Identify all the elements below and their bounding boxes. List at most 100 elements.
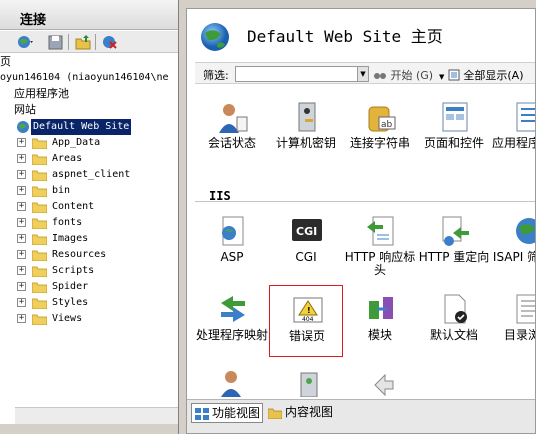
feature-label: 计算机密钥 (275, 136, 336, 150)
feature-label: 页面和控件 (423, 136, 484, 150)
connections-header: 连接 (0, 0, 178, 30)
tree-label: App_Data (52, 137, 101, 148)
folder-icon (32, 202, 47, 213)
feature-label: HTTP 响应标头 (344, 250, 416, 277)
app-settings-icon (516, 102, 535, 132)
expand-plus-icon[interactable]: + (17, 202, 26, 211)
feature-asp[interactable]: ASP (195, 207, 269, 279)
connections-pane: 连接 页 oyun146104 (niaoyun146104\ne 应用程序池 … (0, 0, 179, 434)
http-redirect-icon (442, 216, 469, 246)
feature-handler-mappings[interactable]: 处理程序映射 (195, 285, 269, 357)
tree-item-start-page[interactable]: 页 (0, 54, 11, 70)
filter-label: 筛选: (203, 69, 229, 82)
feature-connection-strings[interactable]: ab 连接字符串 (343, 93, 417, 165)
tree-item-default-web-site[interactable]: Default Web Site (0, 119, 178, 135)
folder-icon (32, 298, 47, 309)
tree-label: Default Web Site (31, 119, 132, 135)
filter-bar: 筛选: ▼ 开始 (G) ▼ 全部显示(A) (195, 62, 535, 84)
binoculars-icon (374, 73, 386, 79)
expand-plus-icon[interactable]: + (17, 170, 26, 179)
tree-label: oyun146104 (niaoyun146104\ne (0, 72, 169, 83)
tree-item-folder[interactable]: + Styles (0, 295, 178, 311)
folder-icon (32, 138, 47, 149)
tree-label: aspnet_client (52, 169, 131, 180)
tree-item-folder[interactable]: + App_Data (0, 135, 178, 151)
tree-item-folder[interactable]: + aspnet_client (0, 167, 178, 183)
view-tabs-bar: 功能视图 内容视图 (187, 399, 535, 433)
expand-plus-icon[interactable]: + (17, 186, 26, 195)
feature-directory-browsing[interactable]: 目录浏览 (491, 285, 535, 357)
disconnect-icon[interactable] (101, 33, 119, 51)
tree-label: fonts (52, 217, 83, 228)
tree-item-sites[interactable]: 网站 (14, 102, 36, 118)
start-filter-button[interactable]: 开始 (G) (373, 67, 433, 83)
tree-item-folder[interactable]: + bin (0, 183, 178, 199)
feature-http-response-headers[interactable]: HTTP 响应标头 (343, 207, 417, 279)
chevron-down-icon: ▼ (439, 73, 445, 81)
tree-item-folder[interactable]: + Content (0, 199, 178, 215)
expand-plus-icon[interactable]: + (17, 250, 26, 259)
folder-icon (32, 282, 47, 293)
save-icon[interactable] (47, 33, 65, 51)
site-globe-icon (199, 21, 231, 53)
up-folder-icon[interactable] (74, 33, 92, 51)
user-icon (217, 369, 249, 397)
tree-label: Content (52, 201, 95, 212)
machine-key-icon (298, 102, 316, 132)
expand-plus-icon[interactable]: + (17, 266, 26, 275)
features-area: 会话状态计算机密钥ab连接字符串页面和控件应用程序设置 IIS ASPCGICG… (195, 85, 535, 397)
tree-label: 网站 (14, 103, 36, 116)
handler-mappings-icon (221, 296, 245, 322)
expand-plus-icon[interactable]: + (17, 218, 26, 227)
show-all-button[interactable]: ▼ 全部显示(A) (439, 67, 524, 83)
isapi-filters-icon (516, 218, 535, 244)
expand-plus-icon[interactable]: + (17, 234, 26, 243)
tree-item-folder[interactable]: + Resources (0, 247, 178, 263)
folder-icon (32, 266, 47, 277)
tree-item-folder[interactable]: + Views (0, 311, 178, 327)
globe-icon (16, 120, 30, 134)
tab-content-view[interactable]: 内容视图 (265, 403, 333, 423)
feature-http-redirect[interactable]: HTTP 重定向 (417, 207, 491, 279)
filter-input[interactable] (235, 66, 358, 82)
connection-strings-icon: ab (368, 106, 396, 132)
tree-item-folder[interactable]: + fonts (0, 215, 178, 231)
tab-features-view[interactable]: 功能视图 (191, 403, 263, 423)
expand-plus-icon[interactable]: + (17, 282, 26, 291)
tree-item-folder[interactable]: + Scripts (0, 263, 178, 279)
features-view-label: 功能视图 (212, 406, 261, 420)
start-filter-label: 开始 (G) (390, 69, 434, 82)
content-view-label: 内容视图 (285, 405, 334, 419)
show-all-label: 全部显示(A) (463, 69, 524, 82)
feature-error-pages[interactable]: ! 404 错误页 (269, 285, 343, 357)
tree-horizontal-scrollbar[interactable] (15, 407, 178, 424)
expand-plus-icon[interactable]: + (17, 154, 26, 163)
expand-plus-icon[interactable]: + (17, 314, 26, 323)
modules-icon (369, 297, 393, 319)
feature-label: 连接字符串 (349, 136, 410, 150)
cgi-icon: CGI (292, 219, 322, 241)
svg-text:404: 404 (302, 316, 314, 323)
feature-default-document[interactable]: 默认文档 (417, 285, 491, 357)
connect-globe-icon[interactable] (16, 33, 34, 51)
feature-cgi[interactable]: CGI CGI (269, 207, 343, 279)
feature-isapi-filters[interactable]: ISAPI 筛选器 (491, 207, 535, 279)
feature-session-state[interactable]: 会话状态 (195, 93, 269, 165)
svg-text:!: ! (307, 306, 311, 315)
filter-dropdown-chevron-icon[interactable]: ▼ (358, 66, 369, 82)
tree-item-folder[interactable]: + Areas (0, 151, 178, 167)
tree-item-app-pools[interactable]: 应用程序池 (14, 86, 69, 102)
page-title: Default Web Site 主页 (247, 27, 443, 46)
tree-item-folder[interactable]: + Images (0, 231, 178, 247)
feature-modules[interactable]: 模块 (343, 285, 417, 357)
tree-item-folder[interactable]: + Spider (0, 279, 178, 295)
feature-app-settings[interactable]: 应用程序设置 (491, 93, 535, 165)
tree-item-server[interactable]: oyun146104 (niaoyun146104\ne (0, 70, 169, 86)
feature-machine-key[interactable]: 计算机密钥 (269, 93, 343, 165)
expand-plus-icon[interactable]: + (17, 298, 26, 307)
expand-plus-icon[interactable]: + (17, 138, 26, 147)
feature-label: HTTP 重定向 (418, 250, 490, 264)
feature-pages-controls[interactable]: 页面和控件 (417, 93, 491, 165)
svg-text:CGI: CGI (296, 225, 317, 238)
status-strip (0, 424, 178, 434)
